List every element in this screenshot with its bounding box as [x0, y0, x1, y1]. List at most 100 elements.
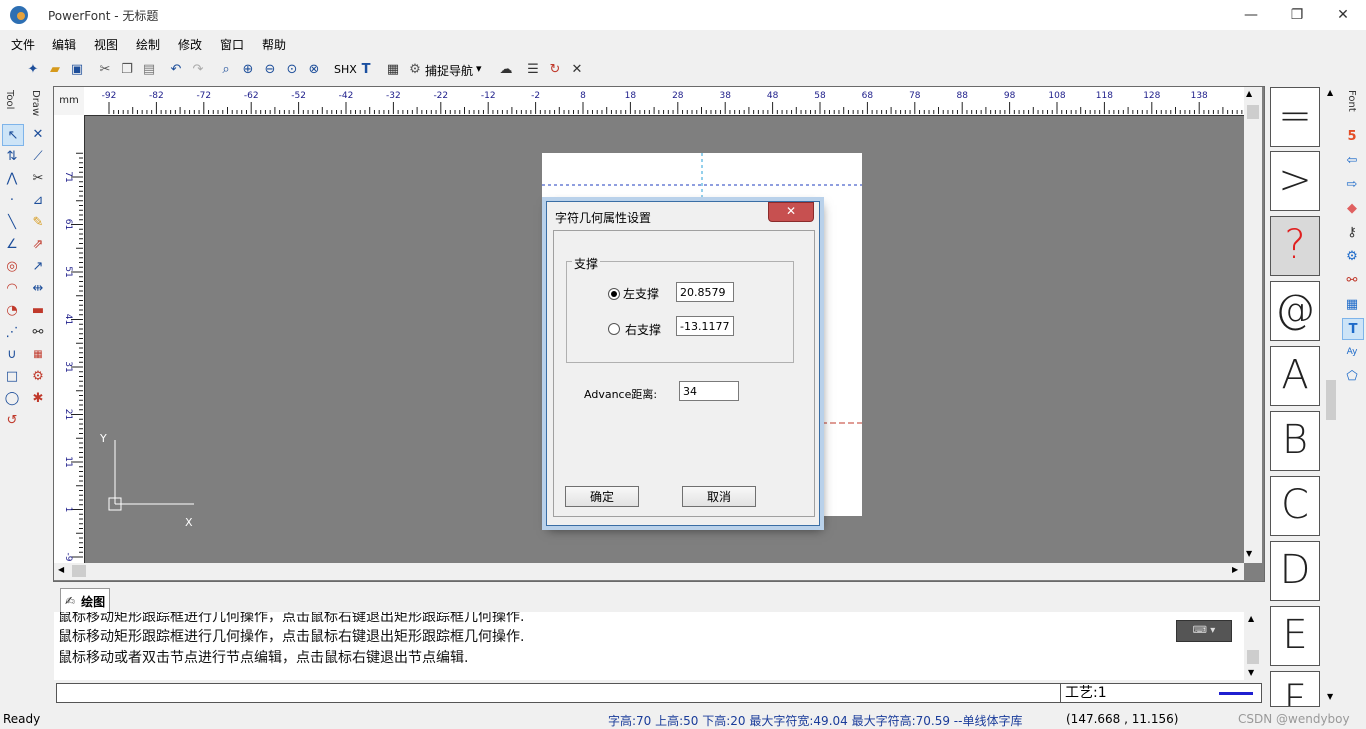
- menu-edit[interactable]: 编辑: [52, 36, 76, 53]
- right-support-field[interactable]: -13.1177: [676, 316, 734, 336]
- undo-icon[interactable]: ↶: [166, 59, 186, 79]
- zoom-window-icon[interactable]: ⌕: [216, 59, 236, 79]
- snap-dropdown-icon[interactable]: ▾: [476, 62, 482, 75]
- arc-icon[interactable]: ◠: [2, 278, 22, 298]
- tab-draw[interactable]: Draw: [30, 90, 41, 116]
- shape-edit-icon[interactable]: ⋀: [2, 168, 22, 188]
- zoom-extent-icon[interactable]: ⊗: [304, 59, 324, 79]
- save-icon[interactable]: ▣: [67, 59, 87, 79]
- curve-tool-icon[interactable]: ↻: [545, 59, 565, 79]
- paste-icon[interactable]: ▤: [139, 59, 159, 79]
- snap-nav-button[interactable]: 捕捉导航: [425, 62, 473, 79]
- canvas-horizontal-scrollbar[interactable]: ◀ ▶: [54, 563, 1244, 580]
- cloud-icon[interactable]: ☁: [496, 59, 516, 79]
- glyph-cell[interactable]: >: [1270, 151, 1320, 211]
- properties-icon[interactable]: ☰: [523, 59, 543, 79]
- array-icon[interactable]: ▦: [28, 344, 48, 364]
- glyph-list-scrollbar[interactable]: ▲ ▼: [1325, 86, 1337, 706]
- minimize-button[interactable]: —: [1228, 0, 1274, 30]
- fill-icon[interactable]: ⊿: [28, 190, 48, 210]
- shx-button[interactable]: SHX: [334, 63, 357, 76]
- menu-window[interactable]: 窗口: [220, 36, 244, 53]
- open-folder-icon[interactable]: ▰: [45, 59, 65, 79]
- pentagon-icon[interactable]: ⬠: [1342, 366, 1362, 386]
- scroll-thumb[interactable]: [1326, 380, 1336, 420]
- arrow-left-icon[interactable]: ⇦: [1342, 150, 1362, 170]
- glyph-cell[interactable]: E: [1270, 606, 1320, 666]
- tools-icon[interactable]: ✕: [567, 59, 587, 79]
- magic-icon[interactable]: ✱: [28, 388, 48, 408]
- glyph-cell[interactable]: C: [1270, 476, 1320, 536]
- align-icon[interactable]: ▬: [28, 300, 48, 320]
- zoom-in-icon[interactable]: ⊕: [238, 59, 258, 79]
- canvas-vertical-scrollbar[interactable]: ▲ ▼: [1244, 87, 1262, 563]
- html5-icon[interactable]: 5: [1342, 126, 1362, 146]
- advance-field[interactable]: 34: [679, 381, 739, 401]
- gear-offset-icon[interactable]: ⚙: [28, 366, 48, 386]
- baseline-icon[interactable]: Ay: [1342, 342, 1362, 362]
- keyboard-icon[interactable]: ⌨ ▾: [1176, 620, 1232, 642]
- restore-button[interactable]: ❐: [1274, 0, 1320, 30]
- scroll-down-icon[interactable]: ▼: [1248, 668, 1254, 677]
- truetype-icon[interactable]: T: [356, 59, 376, 79]
- cut-icon[interactable]: ✂: [95, 59, 115, 79]
- hscroll-thumb[interactable]: [72, 565, 86, 577]
- node-edit-icon[interactable]: ⇅: [2, 146, 22, 166]
- menu-modify[interactable]: 修改: [178, 36, 202, 53]
- glyph-cell[interactable]: D: [1270, 541, 1320, 601]
- message-scrollbar[interactable]: ▲ ▼: [1244, 612, 1262, 680]
- menu-file[interactable]: 文件: [11, 36, 35, 53]
- zoom-all-icon[interactable]: ⊙: [282, 59, 302, 79]
- glyph-cell[interactable]: B: [1270, 411, 1320, 471]
- circle-icon[interactable]: ◎: [2, 256, 22, 276]
- select-arrow-icon[interactable]: ↖: [2, 124, 24, 146]
- rotate-icon[interactable]: ↗: [28, 256, 48, 276]
- glyph-cell[interactable]: F: [1270, 671, 1320, 707]
- scroll-up-icon[interactable]: ▲: [1246, 89, 1252, 98]
- dialog-close-button[interactable]: ✕: [768, 202, 814, 222]
- line-icon[interactable]: ╲: [2, 212, 22, 232]
- point-icon[interactable]: ·: [2, 190, 22, 210]
- ellipse-icon[interactable]: ◯: [2, 388, 22, 408]
- group-icon[interactable]: ⚯: [28, 322, 48, 342]
- extend-icon[interactable]: ⟋: [28, 146, 48, 166]
- angle-icon[interactable]: ∠: [2, 234, 22, 254]
- pencil-icon[interactable]: ✎: [28, 212, 48, 232]
- command-input[interactable]: [56, 683, 1062, 703]
- trim-icon[interactable]: ✕: [28, 124, 48, 144]
- text-tool-icon[interactable]: T: [1342, 318, 1364, 340]
- menu-view[interactable]: 视图: [94, 36, 118, 53]
- left-support-field[interactable]: 20.8579: [676, 282, 734, 302]
- spline-icon[interactable]: ↺: [2, 410, 22, 430]
- scroll-down-icon[interactable]: ▼: [1327, 692, 1333, 701]
- grid-icon[interactable]: ▦: [383, 59, 403, 79]
- glyph-cell-selected[interactable]: ?: [1270, 216, 1320, 276]
- zoom-out-icon[interactable]: ⊖: [260, 59, 280, 79]
- menu-draw[interactable]: 绘制: [136, 36, 160, 53]
- glyph-cell[interactable]: @: [1270, 281, 1320, 341]
- right-support-radio[interactable]: [608, 323, 620, 335]
- tab-font[interactable]: Font: [1346, 90, 1357, 112]
- scroll-thumb[interactable]: [1247, 650, 1259, 664]
- tab-tool[interactable]: Tool: [4, 90, 15, 109]
- polyline-icon[interactable]: ⋰: [2, 322, 22, 342]
- mirror-icon[interactable]: ⇗: [28, 234, 48, 254]
- tab-drawing[interactable]: ✍ 绘图: [60, 588, 111, 613]
- menu-help[interactable]: 帮助: [262, 36, 286, 53]
- snap-gear-icon[interactable]: ⚙: [405, 59, 425, 79]
- arc3-icon[interactable]: ◔: [2, 300, 22, 320]
- scroll-down-icon[interactable]: ▼: [1246, 549, 1252, 558]
- scroll-right-icon[interactable]: ▶: [1232, 565, 1238, 574]
- table-icon[interactable]: ▦: [1342, 294, 1362, 314]
- scroll-up-icon[interactable]: ▲: [1327, 88, 1333, 97]
- scissors-icon[interactable]: ✂: [28, 168, 48, 188]
- ok-button[interactable]: 确定: [565, 486, 639, 507]
- scroll-left-icon[interactable]: ◀: [58, 565, 64, 574]
- scroll-thumb[interactable]: [1247, 105, 1259, 119]
- new-file-icon[interactable]: ✦: [23, 59, 43, 79]
- scroll-up-icon[interactable]: ▲: [1248, 614, 1254, 623]
- cancel-button[interactable]: 取消: [682, 486, 756, 507]
- glyph-cell[interactable]: A: [1270, 346, 1320, 406]
- copy-icon[interactable]: ❐: [117, 59, 137, 79]
- rectangle-icon[interactable]: □: [2, 366, 22, 386]
